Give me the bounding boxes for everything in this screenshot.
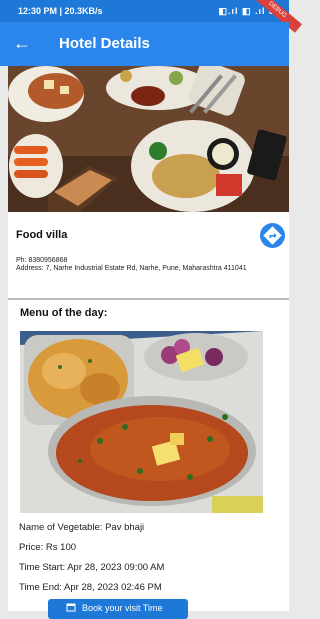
page-title: Hotel Details [59,35,150,52]
book-visit-label: Book your visit Time [82,603,163,613]
time-start: Time Start: Apr 28, 2023 09:00 AM [19,562,165,573]
hotel-phone: Ph: 8380956868 [16,257,68,264]
app-bar: ← Hotel Details [0,22,289,66]
menu-details: Name of Vegetable: Pav bhaji Price: Rs 1… [19,521,164,601]
time-end: Time End: Apr 28, 2023 02:46 PM [19,582,162,593]
menu-image [20,331,263,513]
menu-card: Menu of the day: Name of Vegetable: Pav … [8,300,289,619]
directions-icon[interactable] [260,223,285,248]
hotel-name: Food villa [16,229,68,241]
back-arrow-icon[interactable]: ← [13,32,31,54]
status-bar: 12:30 PM | 20.3KB/s ◧.ıl ◧ .ıl 82 [0,0,289,22]
book-visit-button[interactable]: Book your visit Time [48,599,188,619]
price: Price: Rs 100 [19,542,77,553]
vegetable-name: Name of Vegetable: Pav bhaji [19,522,145,533]
hotel-address: Address: 7, Narhe Industrial Estate Rd, … [16,265,247,272]
status-time: 12:30 PM | 20.3KB/s [18,6,103,16]
hotel-image [8,66,289,212]
menu-title: Menu of the day: [20,307,108,319]
hotel-info: Food villa Ph: 8380956868 Address: 7, Na… [8,212,289,298]
